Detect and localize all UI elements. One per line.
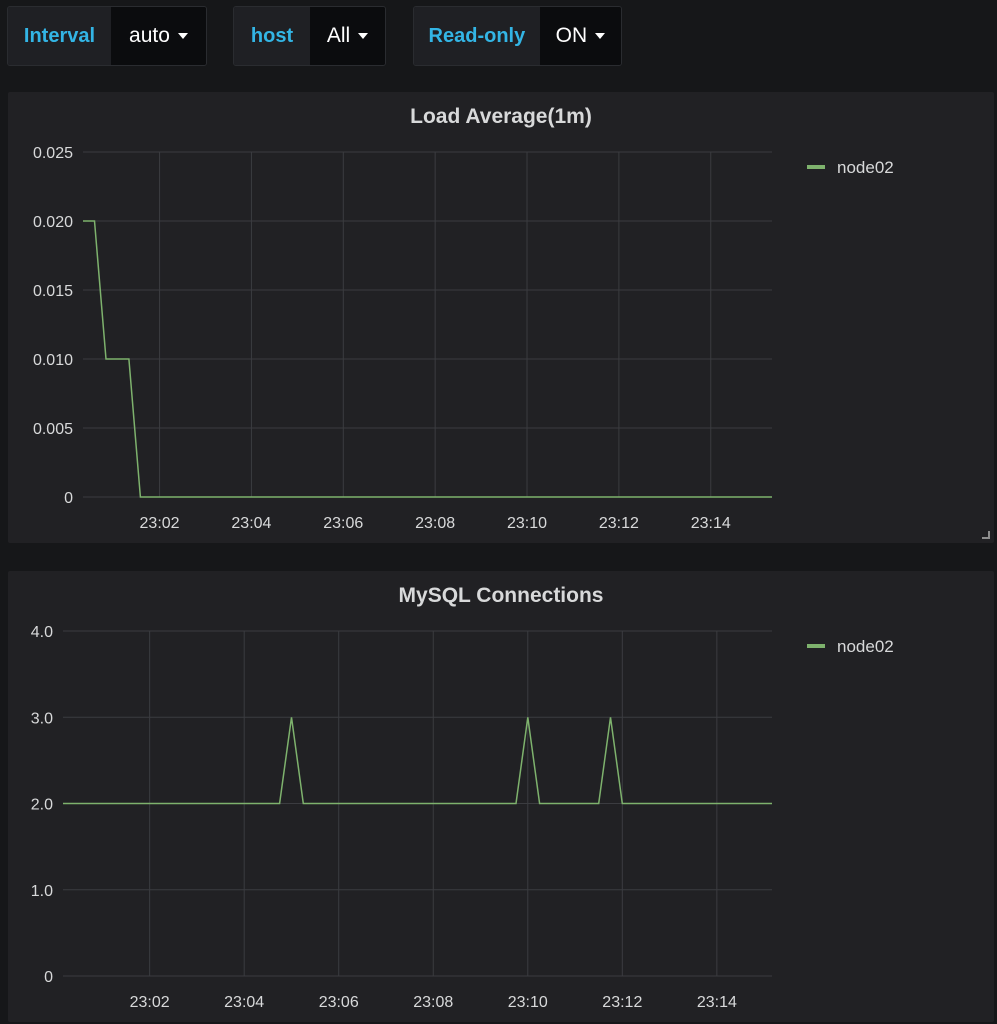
- y-tick-label: 0.010: [33, 352, 73, 369]
- legend-swatch: [807, 644, 825, 648]
- y-tick-label: 0: [64, 490, 73, 507]
- caret-down-icon: [595, 33, 606, 39]
- x-tick-label: 23:04: [231, 515, 271, 532]
- x-tick-label: 23:10: [507, 515, 547, 532]
- x-tick-label: 23:12: [599, 515, 639, 532]
- mysql-connections-panel[interactable]: MySQL Connections 0 1.0 2.0 3.0 4.0 23:02 23:0…: [8, 571, 994, 1022]
- host-dropdown[interactable]: All: [310, 7, 385, 65]
- legend-label: node02: [837, 158, 894, 177]
- template-variables-bar: Interval auto host All Read-only ON: [0, 0, 997, 80]
- y-tick-label: 3.0: [31, 710, 53, 727]
- host-variable-label: host: [234, 7, 310, 65]
- y-tick-label: 2.0: [31, 797, 53, 814]
- y-tick-label: 0.015: [33, 283, 73, 300]
- legend-label: node02: [837, 637, 894, 656]
- x-tick-label: 23:14: [691, 515, 731, 532]
- caret-down-icon: [358, 33, 369, 39]
- y-tick-label: 0.025: [33, 145, 73, 162]
- read-only-variable: Read-only ON: [413, 6, 622, 66]
- read-only-dropdown-value: ON: [555, 24, 588, 47]
- x-tick-label: 23:08: [413, 994, 453, 1011]
- series-line: [63, 717, 772, 805]
- legend-swatch: [807, 165, 825, 169]
- mysql-connections-chart[interactable]: 0 1.0 2.0 3.0 4.0 23:02 23:04 23:06 23:08 23:10 23…: [8, 571, 994, 1022]
- read-only-variable-label: Read-only: [414, 7, 540, 65]
- x-tick-label: 23:06: [319, 994, 359, 1011]
- interval-dropdown[interactable]: auto: [110, 7, 206, 65]
- interval-variable-label: Interval: [8, 7, 111, 65]
- y-tick-label: 0.020: [33, 214, 73, 231]
- resize-handle-icon[interactable]: [982, 531, 990, 539]
- x-tick-label: 23:06: [323, 515, 363, 532]
- y-tick-label: 0: [44, 969, 53, 986]
- interval-variable: Interval auto: [7, 6, 207, 66]
- read-only-dropdown[interactable]: ON: [539, 7, 621, 65]
- y-tick-label: 0.005: [33, 421, 73, 438]
- y-tick-label: 1.0: [31, 883, 53, 900]
- x-tick-label: 23:04: [224, 994, 264, 1011]
- host-dropdown-value: All: [326, 24, 351, 47]
- host-variable: host All: [233, 6, 386, 66]
- x-tick-label: 23:10: [508, 994, 548, 1011]
- interval-dropdown-value: auto: [129, 24, 170, 47]
- x-tick-label: 23:02: [130, 994, 170, 1011]
- y-tick-label: 4.0: [31, 624, 53, 641]
- x-tick-label: 23:08: [415, 515, 455, 532]
- x-tick-label: 23:14: [697, 994, 737, 1011]
- caret-down-icon: [177, 33, 188, 39]
- x-tick-label: 23:12: [602, 994, 642, 1011]
- load-average-panel[interactable]: Load Average(1m) 0 0.005 0.010 0.015 0.020 0.…: [8, 92, 994, 543]
- x-tick-label: 23:02: [140, 515, 180, 532]
- load-average-chart[interactable]: 0 0.005 0.010 0.015 0.020 0.025 23:02 23:04 23:0…: [8, 92, 994, 543]
